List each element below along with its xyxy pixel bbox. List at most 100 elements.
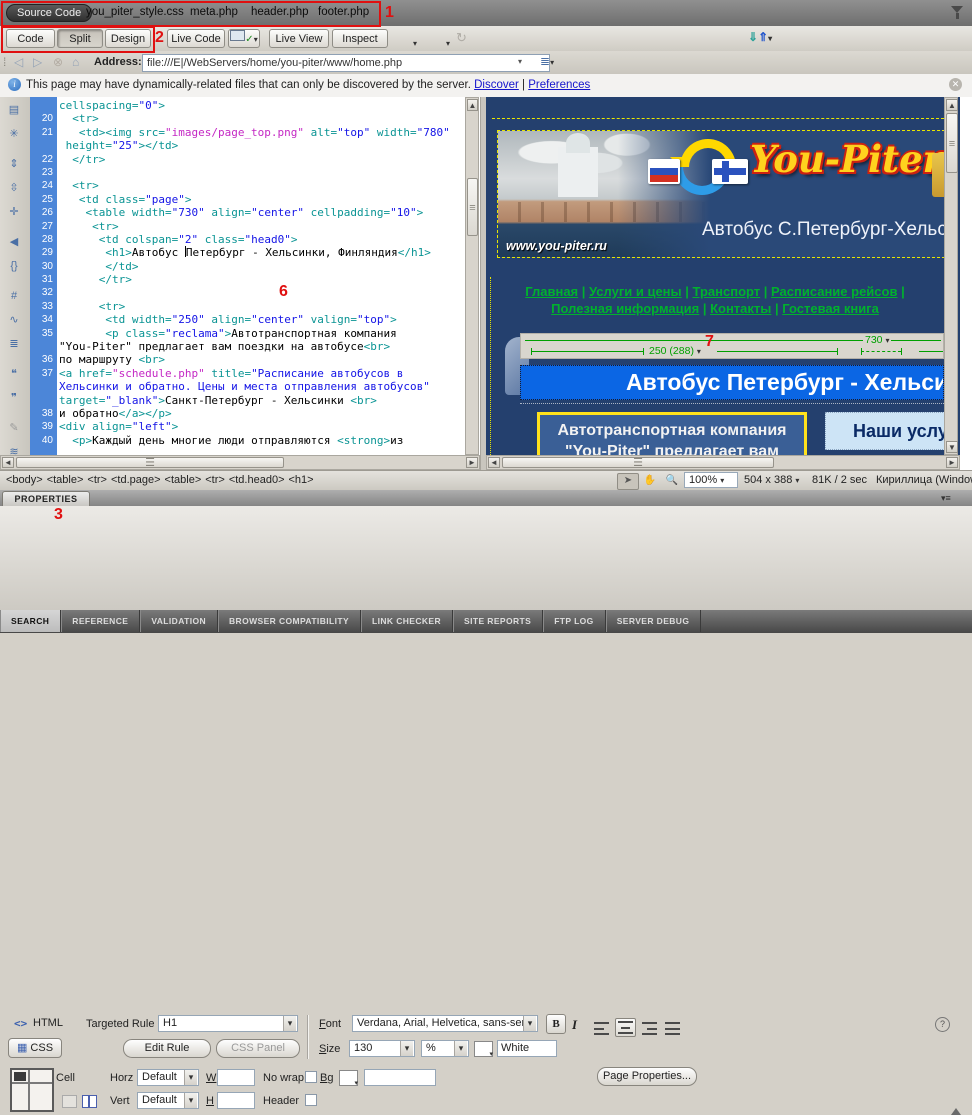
targeted-rule-select[interactable]: H1 <box>158 1015 298 1032</box>
code-view-button[interactable]: Code <box>6 29 55 48</box>
scroll-right-icon[interactable]: ► <box>466 457 478 468</box>
file-get-put-icon[interactable]: ⇓⇑▾ <box>748 30 772 44</box>
results-tab-validation[interactable]: VALIDATION <box>140 610 218 632</box>
bg-color-input[interactable] <box>364 1069 436 1086</box>
address-input[interactable]: file:///E|/WebServers/home/you-piter/www… <box>142 54 550 72</box>
align-left-icon[interactable] <box>592 1020 611 1037</box>
results-tab-link-checker[interactable]: LINK CHECKER <box>361 610 453 632</box>
discover-link[interactable]: Discover <box>474 79 519 91</box>
apply-comment-icon[interactable]: ❝ <box>0 363 28 385</box>
related-file-tab[interactable]: you_piter_style.css <box>86 6 184 18</box>
cell-width-input[interactable] <box>217 1069 255 1086</box>
forward-icon[interactable]: ▷ <box>33 55 42 69</box>
css-mode-button[interactable]: ▦ CSS <box>8 1038 62 1058</box>
home-icon[interactable]: ⌂ <box>72 55 79 69</box>
column-width-menu[interactable]: 250 (288) ▾ <box>647 345 703 357</box>
design-vertical-scrollbar[interactable]: ▲ ≡ ▼ <box>944 97 958 455</box>
results-tab-reference[interactable]: REFERENCE <box>61 610 140 632</box>
bold-button[interactable]: B <box>546 1014 566 1034</box>
design-horizontal-scrollbar[interactable]: ◄ ☰ ► <box>486 455 960 470</box>
text-color-swatch[interactable] <box>474 1041 493 1057</box>
window-size-select[interactable]: 504 x 388 ▾ <box>744 474 799 486</box>
code-editor[interactable]: cellspacing="0">20 <tr>21 <td><img src="… <box>30 99 464 451</box>
tag-selector-item[interactable]: <h1> <box>289 474 314 486</box>
select-tool-icon[interactable]: ➤ <box>617 473 639 490</box>
properties-tab[interactable]: PROPERTIES <box>2 491 90 507</box>
scroll-right-icon[interactable]: ► <box>946 457 958 468</box>
select-parent-tag-icon[interactable]: ◀ <box>0 231 28 253</box>
hand-tool-icon[interactable]: ✋ <box>639 473 661 490</box>
site-nav-link[interactable]: Главная <box>525 284 578 299</box>
site-nav-link[interactable]: Полезная информация <box>551 301 699 316</box>
remove-comment-icon[interactable]: ❞ <box>0 387 28 409</box>
collapse-selection-icon[interactable]: ⇳ <box>0 177 28 199</box>
site-nav-link[interactable]: Расписание рейсов <box>771 284 897 299</box>
source-code-tab[interactable]: Source Code <box>6 4 92 22</box>
merge-cells-icon[interactable] <box>62 1095 77 1108</box>
scroll-left-icon[interactable]: ◄ <box>488 457 500 468</box>
align-center-icon[interactable] <box>615 1018 636 1037</box>
design-hscrollbar-thumb[interactable]: ☰ <box>502 457 774 468</box>
related-file-tab[interactable]: footer.php <box>318 6 369 18</box>
split-cell-icon[interactable] <box>82 1095 97 1108</box>
align-right-icon[interactable] <box>640 1020 659 1037</box>
scroll-up-icon[interactable]: ▲ <box>946 99 958 111</box>
edit-rule-button[interactable]: Edit Rule <box>123 1039 211 1058</box>
design-view[interactable]: www.you-piter.ru You-Piter Автобус С.Пет… <box>486 97 960 470</box>
syntax-error-alerts-icon[interactable]: ≣ <box>0 333 28 355</box>
size-select[interactable]: 130 <box>349 1040 415 1057</box>
header-checkbox[interactable] <box>305 1094 317 1106</box>
tag-selector-item[interactable]: <body> <box>6 474 43 486</box>
zoom-level-select[interactable]: 100% ▾ <box>684 472 738 488</box>
tag-selector-item[interactable]: <td.head0> <box>229 474 285 486</box>
italic-button[interactable]: I <box>572 1017 577 1033</box>
results-tab-server-debug[interactable]: SERVER DEBUG <box>606 610 702 632</box>
collapse-full-tag-icon[interactable]: ⇕ <box>0 153 28 175</box>
expand-all-icon[interactable]: ✛ <box>0 201 28 223</box>
refresh-icon[interactable]: ↻ <box>456 30 467 46</box>
preferences-link[interactable]: Preferences <box>528 79 590 91</box>
site-nav-link[interactable]: Контакты <box>710 301 771 316</box>
live-code-button[interactable]: Live Code <box>167 29 225 48</box>
check-browser-compat-button[interactable]: ✓▾ <box>228 29 260 48</box>
results-tab-ftp-log[interactable]: FTP LOG <box>543 610 605 632</box>
tag-selector-item[interactable]: <table> <box>47 474 84 486</box>
text-color-input[interactable]: White <box>497 1040 557 1057</box>
code-scrollbar-thumb[interactable]: ≡ <box>467 178 478 236</box>
justify-icon[interactable] <box>663 1020 682 1037</box>
related-file-tab[interactable]: meta.php <box>190 6 238 18</box>
css-panel-button[interactable]: CSS Panel <box>216 1039 300 1058</box>
close-info-bar-icon[interactable]: ✕ <box>949 78 962 91</box>
help-icon[interactable]: ? <box>935 1017 950 1032</box>
results-tab-search[interactable]: SEARCH <box>0 610 61 632</box>
code-vertical-scrollbar[interactable]: ▲ ≡ <box>465 97 479 455</box>
results-tab-site-reports[interactable]: SITE REPORTS <box>453 610 543 632</box>
related-file-tab[interactable]: header.php <box>251 6 309 18</box>
collapse-panel-icon[interactable] <box>951 1103 961 1115</box>
scroll-left-icon[interactable]: ◄ <box>2 457 14 468</box>
results-tab-browser-compatibility[interactable]: BROWSER COMPATIBILITY <box>218 610 361 632</box>
split-view-button[interactable]: Split <box>57 29 103 48</box>
wrap-tag-icon[interactable]: ✎ <box>0 417 28 439</box>
html-mode-button[interactable]: HTML <box>33 1017 63 1029</box>
table-width-menu[interactable]: 730 ▾ <box>863 334 891 346</box>
zoom-tool-icon[interactable]: 🔍 <box>661 473 683 490</box>
view-options-icon[interactable]: ≣▾ <box>540 54 554 68</box>
filter-icon[interactable] <box>951 6 965 20</box>
panel-menu-icon[interactable]: ▾≡ <box>941 493 951 504</box>
scroll-down-icon[interactable]: ▼ <box>946 441 958 453</box>
tag-selector-item[interactable]: <tr> <box>87 474 107 486</box>
code-hscrollbar-thumb[interactable]: ☰ <box>16 457 284 468</box>
line-numbers-icon[interactable]: # <box>0 285 28 307</box>
code-navigator-icon[interactable]: ✳ <box>0 123 28 145</box>
site-header-image[interactable]: www.you-piter.ru You-Piter Автобус С.Пет… <box>497 130 945 258</box>
vert-align-select[interactable]: Default <box>137 1092 199 1109</box>
tag-selector-item[interactable]: <table> <box>165 474 202 486</box>
no-wrap-checkbox[interactable] <box>305 1071 317 1083</box>
site-nav-link[interactable]: Транспорт <box>693 284 761 299</box>
design-scrollbar-thumb[interactable]: ≡ <box>946 113 958 173</box>
tag-selector-item[interactable]: <td.page> <box>111 474 161 486</box>
site-nav-link[interactable]: Услуги и цены <box>589 284 682 299</box>
promo-cell[interactable]: Автотранспортная компания "You-Piter" пр… <box>537 412 807 458</box>
cell-height-input[interactable] <box>217 1092 255 1109</box>
